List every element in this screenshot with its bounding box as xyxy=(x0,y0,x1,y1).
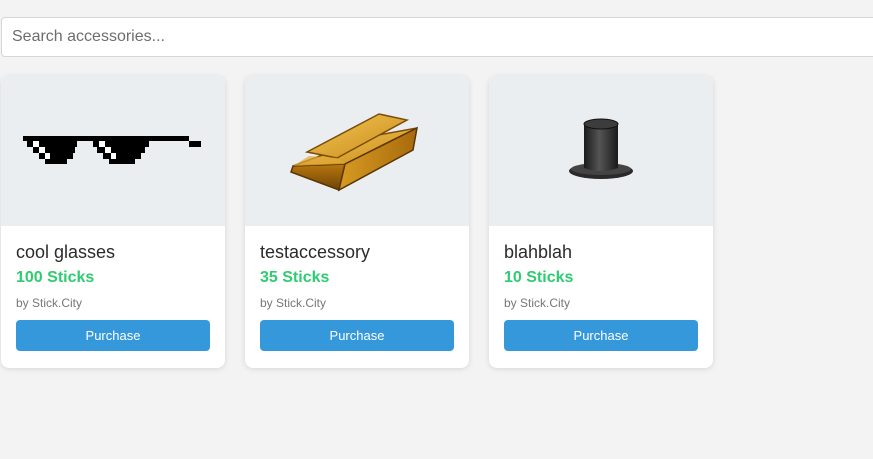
accessory-name: blahblah xyxy=(504,242,573,262)
accessory-card: cool glasses 100 Sticks by Stick.City Pu… xyxy=(1,76,225,368)
pixel-sunglasses-icon xyxy=(23,136,201,164)
accessory-creator: by Stick.City xyxy=(16,296,83,310)
search-bar xyxy=(1,17,873,57)
purchase-button[interactable]: Purchase xyxy=(504,320,698,351)
search-input[interactable] xyxy=(1,17,873,57)
accessory-price: 10 Sticks xyxy=(504,269,574,286)
top-hat-icon xyxy=(569,118,633,179)
accessory-grid: cool glasses 100 Sticks by Stick.City Pu… xyxy=(1,76,713,368)
accessory-thumbnail xyxy=(1,76,225,226)
accessory-card: testaccessory 35 Sticks by Stick.City Pu… xyxy=(245,76,469,368)
accessory-creator: by Stick.City xyxy=(504,296,571,310)
accessory-name: cool glasses xyxy=(16,242,116,262)
accessory-thumbnail xyxy=(245,76,469,226)
accessory-creator: by Stick.City xyxy=(260,296,327,310)
accessory-thumbnail xyxy=(489,76,713,226)
accessory-card: blahblah 10 Sticks by Stick.City Purchas… xyxy=(489,76,713,368)
gold-bar-icon xyxy=(290,113,419,192)
purchase-button[interactable]: Purchase xyxy=(260,320,454,351)
accessory-price: 100 Sticks xyxy=(16,269,95,286)
purchase-button[interactable]: Purchase xyxy=(16,320,210,351)
accessory-name: testaccessory xyxy=(260,242,371,262)
accessory-price: 35 Sticks xyxy=(260,269,330,286)
